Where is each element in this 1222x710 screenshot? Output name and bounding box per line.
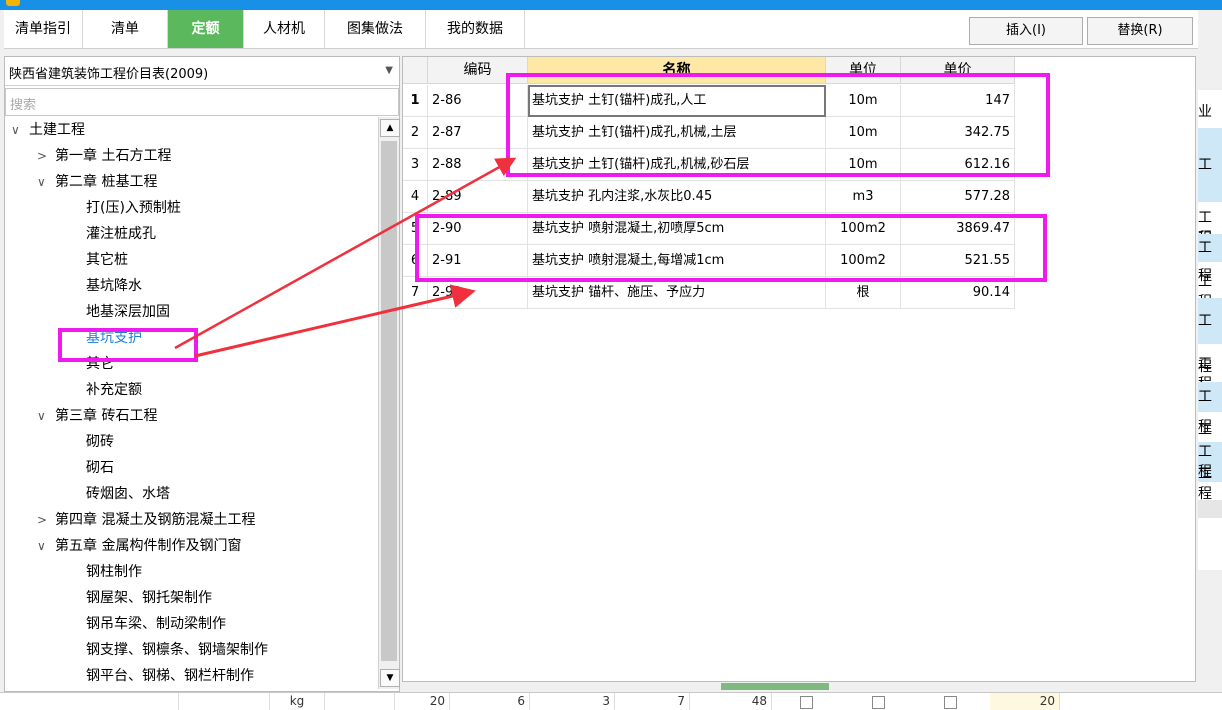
- arrow-to-rows-5-6: [194, 284, 476, 358]
- annotation-arrows: [174, 157, 517, 358]
- arrow-to-rows-1-3: [174, 157, 517, 350]
